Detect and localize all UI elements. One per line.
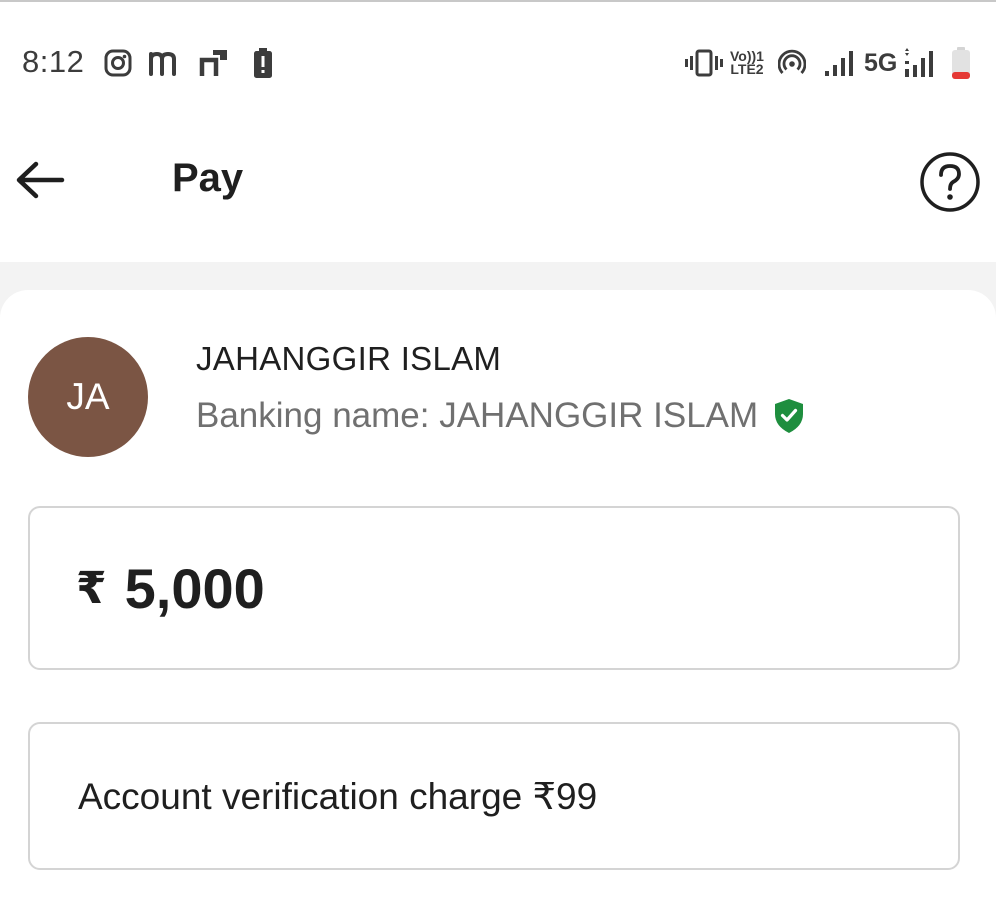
network-type-label: 5G xyxy=(864,48,898,77)
page-title: Pay xyxy=(172,156,244,200)
arrow-left-icon xyxy=(14,160,66,205)
banking-name-row: Banking name: JAHANGGIR ISLAM xyxy=(196,396,806,436)
battery-low-icon xyxy=(950,30,972,96)
currency-symbol: ₹ xyxy=(76,563,107,613)
n-app-icon xyxy=(198,30,230,96)
vibrate-icon xyxy=(684,30,724,96)
note-field[interactable]: Account verification charge ₹99 xyxy=(28,722,960,870)
avatar: JA xyxy=(28,337,148,457)
status-time: 8:12 xyxy=(22,44,85,79)
top-border xyxy=(0,0,996,2)
m-app-icon xyxy=(148,30,184,96)
hotspot-icon xyxy=(778,30,806,96)
payee-name: JAHANGGIR ISLAM xyxy=(196,340,502,377)
volte-icon: Vo))1 LTE2 xyxy=(730,48,764,77)
note-text: Account verification charge ₹99 xyxy=(78,775,598,817)
amount-value: 5,000 xyxy=(124,556,265,620)
banking-name: Banking name: JAHANGGIR ISLAM xyxy=(196,396,759,435)
verified-shield-icon xyxy=(772,397,806,435)
signal-icon-2 xyxy=(902,30,938,96)
instagram-icon xyxy=(104,30,132,96)
app-header: Pay xyxy=(0,130,996,230)
signal-icon-1 xyxy=(824,30,856,96)
help-circle-icon xyxy=(919,151,981,218)
status-bar: 8:12 Vo))1 LTE2 5G xyxy=(0,30,996,96)
back-button[interactable] xyxy=(10,152,70,212)
amount-input[interactable]: ₹ 5,000 xyxy=(28,506,960,670)
battery-alert-icon xyxy=(252,30,274,96)
avatar-initials: JA xyxy=(66,376,110,417)
help-button[interactable] xyxy=(918,151,982,218)
